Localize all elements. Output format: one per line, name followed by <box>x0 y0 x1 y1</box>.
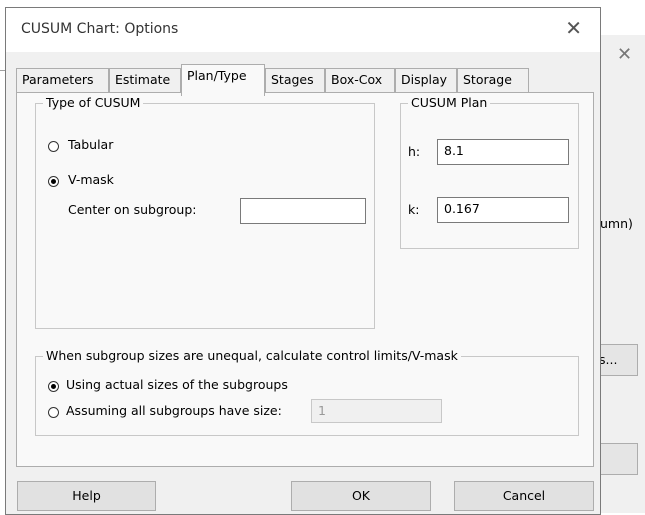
tabular-label: Tabular <box>68 137 114 152</box>
ok-button[interactable]: OK <box>291 481 431 511</box>
cusum-plan-group: CUSUM Plan h: 8.1 k: 0.167 <box>400 95 579 249</box>
tab-parameters[interactable]: Parameters <box>16 68 109 93</box>
tabular-radio[interactable] <box>48 141 59 152</box>
assume-size-input[interactable]: 1 <box>311 399 442 423</box>
type-of-cusum-legend: Type of CUSUM <box>43 95 144 110</box>
k-input[interactable]: 0.167 <box>437 197 569 223</box>
type-of-cusum-group: Type of CUSUM Tabular V-mask Center on s… <box>35 95 375 329</box>
dialog-titlebar: CUSUM Chart: Options ✕ <box>6 8 600 52</box>
cancel-button[interactable]: Cancel <box>454 481 594 511</box>
tab-plan-type[interactable]: Plan/Type <box>181 64 265 96</box>
unequal-subgroup-legend: When subgroup sizes are unequal, calcula… <box>43 348 461 363</box>
actual-sizes-label: Using actual sizes of the subgroups <box>66 377 288 392</box>
dialog-title: CUSUM Chart: Options <box>21 21 179 37</box>
k-label: k: <box>408 202 420 217</box>
tab-display[interactable]: Display <box>395 68 457 93</box>
vmask-radio[interactable] <box>48 176 59 187</box>
cusum-plan-legend: CUSUM Plan <box>408 95 491 110</box>
tab-box-cox[interactable]: Box-Cox <box>325 68 395 93</box>
tab-label: Parameters <box>22 72 94 87</box>
tab-label: Estimate <box>115 72 171 87</box>
help-button[interactable]: Help <box>17 481 156 511</box>
tab-label: Box-Cox <box>331 72 383 87</box>
assume-size-label: Assuming all subgroups have size: <box>66 403 282 418</box>
h-label: h: <box>408 144 421 159</box>
tab-estimate[interactable]: Estimate <box>109 68 181 93</box>
assume-size-radio[interactable] <box>48 407 59 418</box>
tab-stages[interactable]: Stages <box>265 68 325 93</box>
background-close-icon[interactable]: ✕ <box>617 44 632 65</box>
close-icon[interactable]: ✕ <box>565 16 582 40</box>
background-partial-button-label: s... <box>599 352 618 367</box>
h-input[interactable]: 8.1 <box>437 139 569 165</box>
tab-label: Display <box>401 72 448 87</box>
center-on-subgroup-label: Center on subgroup: <box>68 202 197 217</box>
vmask-label: V-mask <box>68 172 114 187</box>
tab-label: Storage <box>463 72 512 87</box>
plan-type-panel: Type of CUSUM Tabular V-mask Center on s… <box>16 92 594 467</box>
actual-sizes-radio[interactable] <box>48 381 59 392</box>
tab-label: Plan/Type <box>187 68 247 83</box>
tab-storage[interactable]: Storage <box>457 68 529 93</box>
center-on-subgroup-input[interactable] <box>240 198 366 224</box>
unequal-subgroup-group: When subgroup sizes are unequal, calcula… <box>35 348 579 436</box>
tab-label: Stages <box>271 72 314 87</box>
background-partial-text: umn) <box>600 216 633 231</box>
cusum-options-dialog: CUSUM Chart: Options ✕ Parameters Estima… <box>5 7 601 515</box>
